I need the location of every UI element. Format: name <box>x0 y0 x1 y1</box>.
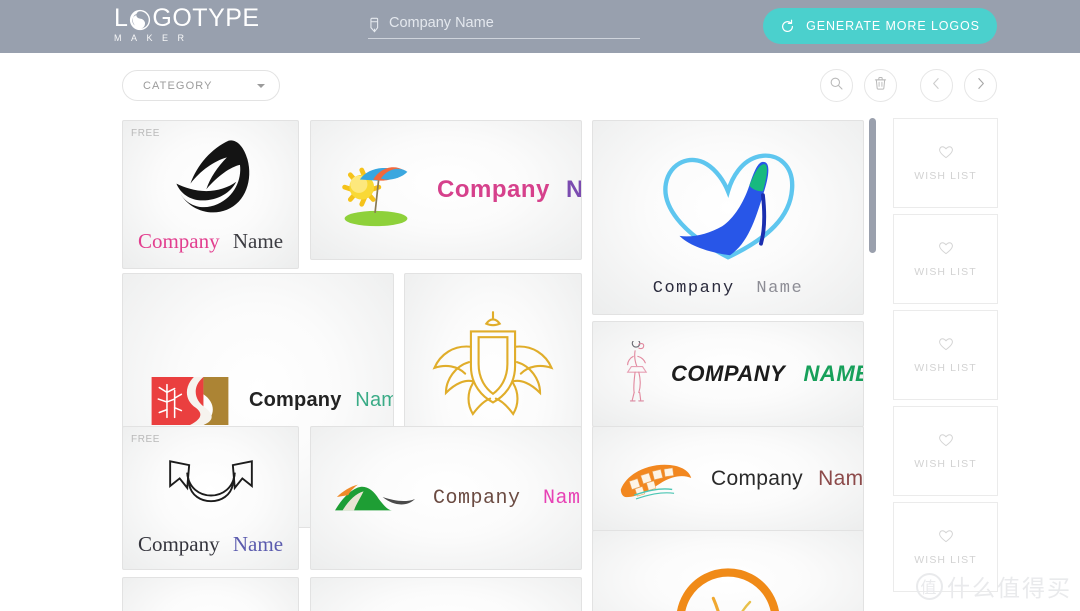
logo-label-word2: Name <box>232 532 284 556</box>
logo-label-word1: Company <box>137 532 220 556</box>
logo-artwork-orange-tree-circle <box>593 547 863 611</box>
trash-icon <box>873 75 888 96</box>
filter-toolbar: CATEGORY <box>0 53 1080 115</box>
wishlist-slot[interactable]: WISH LIST <box>893 502 998 592</box>
logo-label-word2: Name <box>818 467 864 490</box>
logo-content: COMPANY NAME <box>593 322 863 426</box>
logo-artwork-gold-shield <box>405 304 581 426</box>
logo-label-word2: Name <box>756 279 804 298</box>
logo-artwork-orange-sushi-roll <box>617 457 695 501</box>
logo-card[interactable]: FREE Company Name <box>122 120 299 269</box>
logo-label-word1: Company <box>249 389 342 411</box>
logo-content: Company Name <box>311 121 581 259</box>
logo-card[interactable] <box>592 530 864 611</box>
pen-icon <box>368 17 381 33</box>
logo-artwork-heart-highheel <box>593 135 863 265</box>
logo-label-word1: Company <box>433 486 521 510</box>
logo-label: Company Name <box>593 279 863 298</box>
logo-card[interactable] <box>310 577 582 611</box>
board-scrollbar-thumb[interactable] <box>869 118 876 253</box>
brand-wordmark: L GOTYPE <box>114 5 264 31</box>
logo-label: Company Name <box>433 486 581 510</box>
chevron-right-icon <box>974 77 987 95</box>
logo-label-word2: Name <box>355 389 393 411</box>
logo-artwork-swoosh-sail <box>123 135 298 221</box>
brand-logo: L GOTYPE MAKER <box>114 5 264 49</box>
heart-icon <box>937 240 955 261</box>
logo-artwork-orange-bird-partial <box>123 602 298 611</box>
wishlist-label: WISH LIST <box>914 170 977 182</box>
heart-icon <box>937 528 955 549</box>
logo-card[interactable]: FREE Company Name <box>122 426 299 570</box>
logo-label: Company Name <box>437 176 581 204</box>
heart-icon <box>937 144 955 165</box>
search-button[interactable] <box>820 69 853 102</box>
logo-card[interactable]: Company Name <box>310 426 582 570</box>
logo-label-word1: Company <box>137 229 220 253</box>
wishlist-label: WISH LIST <box>914 266 977 278</box>
logo-artwork-sun-umbrella <box>333 151 419 229</box>
logo-card[interactable]: COMPANY NAME <box>592 321 864 427</box>
logo-artwork-bamboo-block <box>151 376 229 425</box>
logo-card[interactable]: Company Name <box>592 426 864 532</box>
wishlist-slot[interactable]: WISH LIST <box>893 118 998 208</box>
company-name-input[interactable] <box>389 15 640 35</box>
delete-button[interactable] <box>864 69 897 102</box>
logo-card[interactable]: Company Name <box>310 120 582 260</box>
search-icon <box>829 76 844 96</box>
logo-label-word2: NAME <box>803 361 864 386</box>
refresh-icon <box>780 19 795 34</box>
logo-label-word2: Name <box>543 486 581 510</box>
previous-page-button[interactable] <box>920 69 953 102</box>
logo-label: COMPANY NAME <box>671 361 864 387</box>
chevron-down-icon <box>257 83 265 88</box>
logo-label: Company Name <box>249 389 393 412</box>
chevron-left-icon <box>930 77 943 95</box>
logo-label-word2: Name <box>566 176 581 203</box>
logo-card[interactable]: Company Name <box>592 120 864 315</box>
generate-more-logos-button[interactable]: GENERATE MORE LOGOS <box>763 8 997 44</box>
logo-label-word2: Name <box>232 229 284 253</box>
app-header: L GOTYPE MAKER Company Name GENERATE MOR… <box>0 0 1080 53</box>
logo-label-word1: Company <box>711 467 803 490</box>
logo-label: Company Name <box>123 229 298 254</box>
logo-artwork-green-hills-road <box>333 478 417 518</box>
logo-card[interactable] <box>122 577 299 611</box>
brand-wordmark-rest: GOTYPE <box>152 4 260 32</box>
wishlist-slot[interactable]: WISH LIST <box>893 310 998 400</box>
company-name-field[interactable] <box>368 12 640 39</box>
logo-content: Company Name <box>593 427 863 531</box>
wishlist-label: WISH LIST <box>914 554 977 566</box>
swirl-icon <box>129 9 151 31</box>
heart-icon <box>937 336 955 357</box>
logo-label: Company Name <box>711 467 864 491</box>
brand-subtitle: MAKER <box>114 33 194 43</box>
wishlist-label: WISH LIST <box>914 458 977 470</box>
logo-label-word1: Company <box>652 279 735 298</box>
wishlist-label: WISH LIST <box>914 362 977 374</box>
wishlist-slot[interactable]: WISH LIST <box>893 214 998 304</box>
category-dropdown-label: CATEGORY <box>143 79 213 92</box>
logo-results-board: FREE Company Name Company Company Name C… <box>0 115 1080 611</box>
logo-label: Company Name <box>123 532 298 557</box>
generate-button-label: GENERATE MORE LOGOS <box>806 19 980 33</box>
logo-label-word1: Company <box>437 176 550 203</box>
next-page-button[interactable] <box>964 69 997 102</box>
logo-label-word1: COMPANY <box>671 361 785 386</box>
logo-content: Company Name <box>311 427 581 569</box>
logo-artwork-ballerina <box>623 341 649 407</box>
heart-icon <box>937 432 955 453</box>
free-badge: FREE <box>131 434 161 445</box>
wishlist-slot[interactable]: WISH LIST <box>893 406 998 496</box>
category-dropdown[interactable]: CATEGORY <box>122 70 280 101</box>
brand-letter-l: L <box>114 4 129 32</box>
logo-artwork-ribbon-banner <box>123 447 298 525</box>
